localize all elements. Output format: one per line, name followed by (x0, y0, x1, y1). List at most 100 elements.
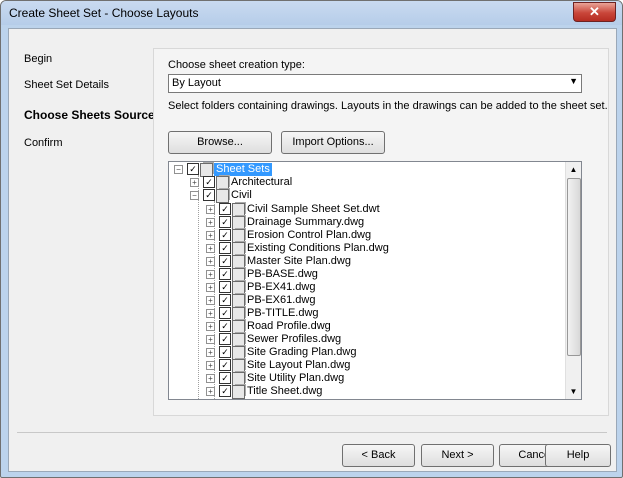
nav-item-sheet-set-details[interactable]: Sheet Set Details (24, 79, 109, 91)
tree-node-label: Master Site Plan.dwg (247, 255, 351, 267)
creation-type-value: By Layout (172, 77, 221, 89)
tree-node-file[interactable]: + ✓ Site Layout Plan.dwg (169, 359, 559, 373)
checkbox-checked-icon[interactable]: ✓ (219, 242, 231, 254)
tree-node-label: Civil (231, 189, 252, 201)
window-title: Create Sheet Set - Choose Layouts (9, 6, 199, 20)
checkbox-checked-icon[interactable]: ✓ (219, 307, 231, 319)
drawing-file-icon (232, 307, 245, 321)
tree-node-label: Site Utility Plan.dwg (247, 372, 345, 384)
drawing-file-icon (232, 229, 245, 243)
drawing-file-icon (232, 294, 245, 308)
expand-icon[interactable]: + (206, 218, 215, 227)
expand-icon[interactable]: + (206, 270, 215, 279)
nav-item-choose-sheets-source[interactable]: Choose Sheets Source (24, 108, 155, 122)
drawing-file-icon (232, 216, 245, 230)
tree-node-file[interactable]: + ✓ Sewer Profiles.dwg (169, 333, 559, 347)
drawing-file-icon (232, 385, 245, 399)
tree-node-file[interactable]: + ✓ Road Profile.dwg (169, 320, 559, 334)
checkbox-checked-icon[interactable]: ✓ (187, 163, 199, 175)
checkbox-checked-icon[interactable]: ✓ (219, 385, 231, 397)
tree-node-file[interactable]: + ✓ Site Grading Plan.dwg (169, 346, 559, 360)
checkbox-checked-icon[interactable]: ✓ (219, 229, 231, 241)
tree-node-label: Drainage Summary.dwg (247, 216, 365, 228)
tree-node-label: Sewer Profiles.dwg (247, 333, 342, 345)
tree-node-file[interactable]: + ✓ Existing Conditions Plan.dwg (169, 242, 559, 256)
help-button[interactable]: Help (545, 444, 611, 467)
checkbox-checked-icon[interactable]: ✓ (203, 189, 215, 201)
tree-node-file[interactable]: + ✓ Site Utility Plan.dwg (169, 372, 559, 386)
tree-node-label: Site Grading Plan.dwg (247, 346, 357, 358)
expand-icon[interactable]: + (190, 178, 199, 187)
expand-icon[interactable]: + (206, 231, 215, 240)
nav-item-confirm[interactable]: Confirm (24, 137, 63, 149)
tree-node-label: Existing Conditions Plan.dwg (247, 242, 389, 254)
collapse-icon[interactable]: − (190, 191, 199, 200)
expand-icon[interactable]: + (206, 296, 215, 305)
tree-node-label: Road Profile.dwg (247, 320, 331, 332)
tree-node-file[interactable]: + ✓ PB-BASE.dwg (169, 268, 559, 282)
tree-node-civil[interactable]: − ✓ Civil (169, 189, 559, 203)
tree-node-file[interactable]: + ✓ PB-EX61.dwg (169, 294, 559, 308)
checkbox-checked-icon[interactable]: ✓ (219, 203, 231, 215)
nav-item-begin[interactable]: Begin (24, 53, 52, 65)
drawing-file-icon (232, 372, 245, 386)
tree-node-file[interactable]: + ✓ Master Site Plan.dwg (169, 255, 559, 269)
expand-icon[interactable]: + (206, 283, 215, 292)
checkbox-checked-icon[interactable]: ✓ (219, 359, 231, 371)
tree-node-root[interactable]: − ✓ Sheet Sets (169, 163, 559, 177)
back-button[interactable]: < Back (342, 444, 415, 467)
collapse-icon[interactable]: − (174, 165, 183, 174)
tree-node-label: PB-BASE.dwg (247, 268, 318, 280)
dropdown-arrow-icon[interactable]: ▼ (569, 76, 578, 86)
tree-node-file[interactable]: + ✓ PB-EX41.dwg (169, 281, 559, 295)
checkbox-checked-icon[interactable]: ✓ (219, 268, 231, 280)
checkbox-checked-icon[interactable]: ✓ (203, 176, 215, 188)
content-panel: Choose sheet creation type: By Layout ▼ … (153, 48, 609, 416)
expand-icon[interactable]: + (206, 335, 215, 344)
tree-node-file[interactable]: + ✓ Civil Sample Sheet Set.dwt (169, 203, 559, 217)
creation-type-select[interactable]: By Layout ▼ (168, 74, 582, 93)
expand-icon[interactable]: + (206, 374, 215, 383)
drawing-file-icon (232, 203, 245, 217)
import-options-button[interactable]: Import Options... (281, 131, 385, 154)
scroll-thumb[interactable] (567, 178, 581, 356)
checkbox-checked-icon[interactable]: ✓ (219, 255, 231, 267)
checkbox-checked-icon[interactable]: ✓ (219, 294, 231, 306)
expand-icon[interactable]: + (206, 348, 215, 357)
expand-icon[interactable]: + (206, 361, 215, 370)
folder-icon (216, 189, 229, 203)
expand-icon[interactable]: + (206, 205, 215, 214)
tree-node-file[interactable]: + ✓ Drainage Summary.dwg (169, 216, 559, 230)
title-bar[interactable]: Create Sheet Set - Choose Layouts ✕ (1, 1, 622, 25)
tree-node-architectural[interactable]: + ✓ Architectural (169, 176, 559, 190)
expand-icon[interactable]: + (206, 257, 215, 266)
folder-icon (216, 176, 229, 190)
checkbox-checked-icon[interactable]: ✓ (219, 333, 231, 345)
expand-icon[interactable]: + (206, 244, 215, 253)
checkbox-checked-icon[interactable]: ✓ (219, 372, 231, 384)
browse-button[interactable]: Browse... (168, 131, 272, 154)
checkbox-checked-icon[interactable]: ✓ (219, 346, 231, 358)
folder-tree[interactable]: − ✓ Sheet Sets + ✓ Architectural − ✓ Civ… (168, 161, 582, 400)
tree-node-file[interactable]: + ✓ Erosion Control Plan.dwg (169, 229, 559, 243)
next-button[interactable]: Next > (421, 444, 494, 467)
checkbox-checked-icon[interactable]: ✓ (219, 320, 231, 332)
expand-icon[interactable]: + (206, 387, 215, 396)
tree-scrollbar[interactable]: ▲ ▼ (565, 162, 581, 399)
tree-node-label: PB-TITLE.dwg (247, 307, 319, 319)
tree-node-label: PB-EX41.dwg (247, 281, 316, 293)
tree-node-file[interactable]: + ✓ PB-TITLE.dwg (169, 307, 559, 321)
close-button[interactable]: ✕ (573, 2, 616, 22)
tree-node-label: Title Sheet.dwg (247, 385, 323, 397)
creation-type-label: Choose sheet creation type: (168, 59, 305, 71)
scroll-up-arrow-icon[interactable]: ▲ (566, 162, 581, 177)
tree-node-file[interactable]: + ✓ Title Sheet.dwg (169, 385, 559, 399)
footer-divider (17, 432, 607, 433)
checkbox-checked-icon[interactable]: ✓ (219, 281, 231, 293)
checkbox-checked-icon[interactable]: ✓ (219, 216, 231, 228)
expand-icon[interactable]: + (206, 309, 215, 318)
scroll-down-arrow-icon[interactable]: ▼ (566, 384, 581, 399)
drawing-file-icon (232, 281, 245, 295)
expand-icon[interactable]: + (206, 322, 215, 331)
dialog-window: Create Sheet Set - Choose Layouts ✕ Begi… (0, 0, 623, 478)
